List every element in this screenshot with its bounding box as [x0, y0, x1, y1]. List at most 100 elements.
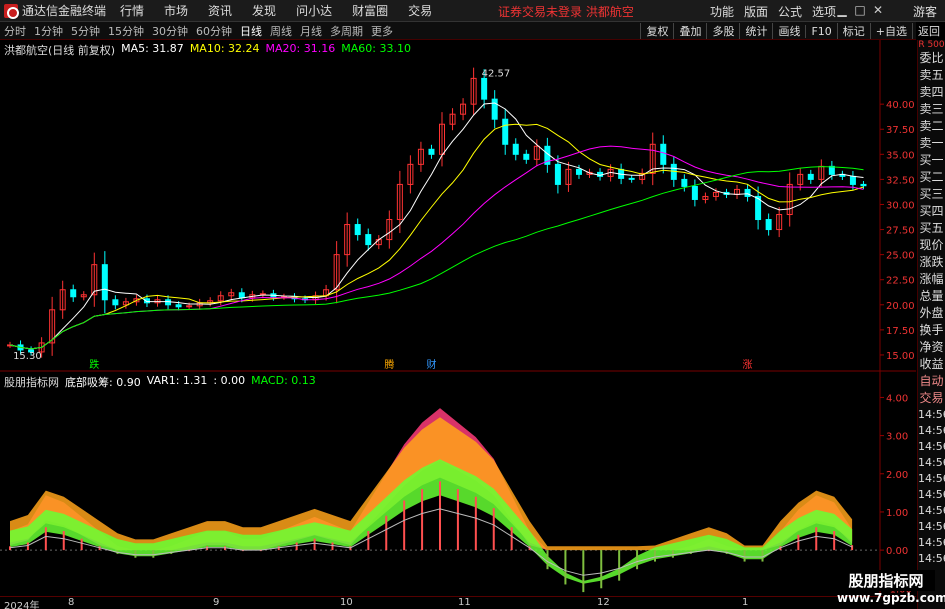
x-tick-oct: 10 [340, 597, 353, 608]
side-item-2[interactable]: 卖四 [918, 84, 945, 101]
event-mark-1: 腾 [384, 358, 394, 371]
x-tick-sep: 9 [213, 597, 220, 608]
side-item-11[interactable]: 现价 [918, 237, 945, 254]
x-tick-nov: 11 [458, 597, 471, 608]
toolbar-restore-rights[interactable]: 复权 [640, 23, 673, 39]
toolbar-mark[interactable]: 标记 [836, 23, 870, 39]
menu-item-trade[interactable]: 交易 [398, 2, 442, 19]
macd-bar [564, 550, 567, 585]
side-item-8[interactable]: 买三 [918, 186, 945, 203]
ma60-label: MA60: 33.10 [341, 42, 411, 55]
watermark: 股朋指标网 www.7gpzb.com [837, 570, 945, 605]
candle-body [238, 292, 245, 299]
macd-bar [62, 531, 65, 551]
macd-bar [313, 538, 316, 551]
macd-bar [654, 550, 656, 562]
side-item-12[interactable]: 涨跌 [918, 254, 945, 271]
side-item-5[interactable]: 卖一 [918, 135, 945, 152]
period-tab-monthly[interactable]: 月线 [296, 23, 326, 39]
toolbar-add-watchlist[interactable]: +自选 [869, 23, 912, 39]
candle-body [860, 183, 867, 187]
side-auto-trade[interactable]: 自动 交易 [918, 373, 945, 407]
menu-item-layout[interactable]: 版面 [739, 3, 773, 20]
y-tick-label: 15.00 [886, 351, 915, 362]
period-tab-5min[interactable]: 5分钟 [67, 23, 104, 39]
indicator-chart[interactable]: -1.000.001.002.003.004.00 [0, 372, 916, 596]
macd-bar [385, 515, 388, 551]
macd-bar [671, 550, 674, 558]
period-tab-weekly[interactable]: 周线 [266, 23, 296, 39]
y-tick-label: 32.50 [886, 175, 915, 186]
side-item-6[interactable]: 买一 [918, 152, 945, 169]
x-tick-jan: 1 [742, 597, 749, 608]
side-item-1[interactable]: 卖五 [918, 67, 945, 84]
ma10-label: MA10: 32.24 [189, 42, 260, 55]
period-tab-daily[interactable]: 日线 [236, 23, 266, 39]
macd-bar [152, 550, 155, 558]
side-item-0[interactable]: 委比 [918, 50, 945, 67]
toolbar-back[interactable]: 返回 [912, 23, 945, 39]
period-tab-15min[interactable]: 15分钟 [104, 23, 148, 39]
var2-label: : 0.00 [213, 374, 246, 387]
ribbon-band-2 [10, 459, 853, 584]
side-item-15[interactable]: 外盘 [918, 305, 945, 322]
maximize-icon[interactable]: □ [853, 3, 867, 17]
macd-bar [636, 550, 639, 570]
login-warning[interactable]: 证券交易未登录 洪都航空 [498, 3, 634, 20]
menu-item-discover[interactable]: 发现 [242, 2, 286, 19]
side-auto-label: 自动 [919, 374, 944, 388]
menu-item-news[interactable]: 资讯 [198, 2, 242, 19]
side-item-3[interactable]: 卖三 [918, 101, 945, 118]
watermark-title: 股朋指标网 [837, 570, 935, 591]
side-item-13[interactable]: 涨幅 [918, 271, 945, 288]
macd-label: MACD: 0.13 [251, 374, 316, 387]
side-item-7[interactable]: 买二 [918, 169, 945, 186]
side-item-18[interactable]: 收益 [918, 356, 945, 373]
menu-item-quotes[interactable]: 行情 [110, 2, 154, 19]
period-tab-1min[interactable]: 1分钟 [30, 23, 67, 39]
menu-item-function[interactable]: 功能 [705, 3, 739, 20]
side-item-14[interactable]: 总量 [918, 288, 945, 305]
macd-bar [833, 531, 836, 551]
side-item-9[interactable]: 买四 [918, 203, 945, 220]
period-tab-intraday[interactable]: 分时 [0, 23, 30, 39]
toolbar-overlay[interactable]: 叠加 [673, 23, 706, 39]
toolbar-f10[interactable]: F10 [805, 24, 836, 38]
toolbar-draw-line[interactable]: 画线 [772, 23, 805, 39]
period-tab-more[interactable]: 更多 [367, 23, 397, 39]
menu-item-ask[interactable]: 问小达 [286, 2, 342, 19]
x-tick-aug: 8 [68, 597, 75, 608]
indicator-legend: 股朋指标网 底部吸筹: 0.90 VAR1: 1.31 : 0.00 MACD:… [4, 374, 316, 390]
main-menu: 行情 市场 资讯 发现 问小达 财富圈 交易 [110, 2, 442, 19]
guest-label[interactable]: 游客 [913, 3, 937, 20]
minimize-icon[interactable]: ▁ [835, 3, 849, 17]
period-tab-30min[interactable]: 30分钟 [148, 23, 192, 39]
y-tick-label: 25.00 [886, 251, 915, 262]
app-logo-icon [4, 3, 19, 19]
menu-item-wealth[interactable]: 财富圈 [342, 2, 398, 19]
main-legend: 洪都航空(日线 前复权) MA5: 31.87 MA10: 32.24 MA20… [4, 42, 411, 58]
close-icon[interactable]: ✕ [871, 3, 885, 17]
side-item-4[interactable]: 卖二 [918, 118, 945, 135]
period-tab-multi[interactable]: 多周期 [326, 23, 367, 39]
ma5-label: MA5: 31.87 [121, 42, 184, 55]
toolbar-multi-stock[interactable]: 多股 [706, 23, 739, 39]
macd-bar [761, 550, 764, 562]
candle-body [744, 188, 751, 197]
y-tick-label: 22.50 [886, 276, 915, 287]
y-tick-label: 30.00 [886, 200, 915, 211]
side-top-label: R 500 [918, 40, 945, 50]
menu-item-market[interactable]: 市场 [154, 2, 198, 19]
menu-item-formula[interactable]: 公式 [773, 3, 807, 20]
period-tab-60min[interactable]: 60分钟 [192, 23, 236, 39]
chart-toolbar: 复权 叠加 多股 统计 画线 F10 标记 +自选 返回 [640, 22, 945, 40]
candle-body [681, 178, 688, 187]
side-item-17[interactable]: 净资 [918, 339, 945, 356]
side-item-16[interactable]: 换手 [918, 322, 945, 339]
ind-y-tick-label: 0.00 [886, 546, 908, 557]
toolbar-statistics[interactable]: 统计 [739, 23, 772, 39]
candle-body [765, 219, 772, 231]
macd-bar [439, 481, 441, 551]
kline-chart[interactable]: 15.00 17.50 20.00 22.50 25.00 27.50 30.00 32.50… [0, 40, 916, 372]
side-item-10[interactable]: 买五 [918, 220, 945, 237]
